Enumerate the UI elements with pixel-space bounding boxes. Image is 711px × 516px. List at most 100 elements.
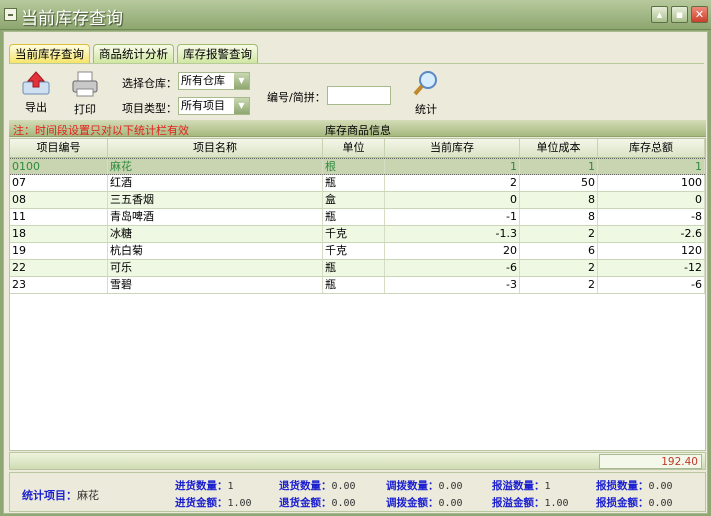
table-cell: 20 [385,243,520,259]
table-cell: 07 [10,175,108,191]
table-cell: -1 [385,209,520,225]
table-cell: 8 [520,192,598,208]
stats-field-label: 调拨数量： [386,480,439,492]
chevron-down-icon[interactable]: ▼ [234,73,249,89]
table-cell: 三五香烟 [108,192,323,208]
stats-field-value: 0.00 [331,481,356,492]
table-cell: -2.6 [598,226,705,242]
table-row[interactable]: 0100 麻花根 1 1 1 [10,158,705,175]
tab-product-stats[interactable]: 商品统计分析 [93,44,174,63]
table-row[interactable]: 11 青岛啤酒瓶 -1 8 -8 [10,209,705,226]
column-header[interactable]: 库存总额 [598,139,705,157]
stats-label: 统计 [415,103,437,116]
stats-field-value: 1 [227,481,234,492]
printer-icon [72,71,98,97]
table-cell: -6 [598,277,705,293]
type-select[interactable]: 所有项目 ▼ [178,97,250,115]
table-cell: -6 [385,260,520,276]
summary-bar: 192.40 [9,452,706,470]
stats-field-label: 报损金额： [596,497,649,509]
stats-field-value: 0.00 [438,498,463,509]
table-cell: -12 [598,260,705,276]
stock-table[interactable]: 项目编号 项目名称 单位 当前库存 单位成本 库存总额 0100 麻花根 1 1 1 07… [9,138,706,451]
stats-field: 退货金额：0.00 [279,495,356,510]
table-row[interactable]: 23 雪碧瓶 -3 2 -6 [10,277,705,294]
export-label: 导出 [25,101,47,114]
column-header[interactable]: 单位成本 [520,139,598,157]
stats-field-value: 0.00 [648,498,673,509]
stats-field-label: 报溢数量： [492,480,545,492]
note-bar: 注：时间段设置只对以下统计栏有效 库存商品信息 [9,120,706,137]
stats-field-value: 0.00 [438,481,463,492]
export-button[interactable]: 导出 [18,70,54,115]
tab-current-stock[interactable]: 当前库存查询 [9,44,90,63]
column-header[interactable]: 当前库存 [385,139,520,157]
chevron-down-icon[interactable]: ▼ [234,98,249,114]
type-value: 所有项目 [181,99,225,112]
column-header[interactable]: 项目编号 [10,139,108,157]
stats-field: 报损数量：0.00 [596,478,673,493]
table-row[interactable]: 18 冰糖 千克 -1.3 2 -2.6 [10,226,705,243]
table-cell: 0 [385,192,520,208]
table-cell: 11 [10,209,108,225]
warehouse-value: 所有仓库 [181,74,225,87]
stats-item-value: 麻花 [77,489,99,502]
main-panel: 当前库存查询 商品统计分析 库存报警查询 导出 打印 选择仓库： 所有仓库 ▼ 项… [3,31,708,514]
stats-field: 进货金额：1.00 [175,495,252,510]
table-row[interactable]: 08 三五香烟盒 0 8 0 [10,192,705,209]
column-header[interactable]: 项目名称 [108,139,323,157]
table-cell: 盒 [323,192,385,208]
table-row[interactable]: 19 杭白菊 千克 20 6 120 [10,243,705,260]
table-cell: -1.3 [385,226,520,242]
column-header[interactable]: 单位 [323,139,385,157]
table-cell: -8 [598,209,705,225]
table-cell: 18 [10,226,108,242]
table-header: 项目编号 项目名称 单位 当前库存 单位成本 库存总额 [10,139,705,158]
table-row[interactable]: 22 可乐瓶 -6 2 -12 [10,260,705,277]
table-cell: 23 [10,277,108,293]
stats-field-label: 调拨金额： [386,497,439,509]
print-label: 打印 [74,103,96,116]
close-button[interactable]: ✕ [691,6,708,23]
table-cell: 50 [520,175,598,191]
print-button[interactable]: 打印 [67,70,103,117]
table-cell: 根 [323,159,385,174]
table-cell: 2 [520,277,598,293]
stats-field: 报溢金额：1.00 [492,495,569,510]
stats-field: 调拨数量：0.00 [386,478,463,493]
note-text: 注：时间段设置只对以下统计栏有效 [13,124,189,137]
stats-field-label: 进货金额： [175,497,228,509]
table-row[interactable]: 07 红酒瓶 2 50 100 [10,175,705,192]
table-body: 0100 麻花根 1 1 1 07 红酒瓶 2 50 100 08 三五香烟盒 0 8 0 11 青岛啤酒瓶 -1… [10,158,705,294]
table-cell: 19 [10,243,108,259]
table-cell: 可乐 [108,260,323,276]
tab-stock-alert[interactable]: 库存报警查询 [177,44,258,63]
table-cell: 瓶 [323,260,385,276]
stats-button[interactable]: 统计 [408,68,444,117]
warehouse-select[interactable]: 所有仓库 ▼ [178,72,250,90]
minimize-button[interactable]: ▴ [651,6,668,23]
table-cell: 瓶 [323,277,385,293]
table-cell: 0100 [10,159,108,174]
table-cell: 2 [385,175,520,191]
total-value: 192.40 [599,454,702,469]
stats-field: 报溢数量：1 [492,478,551,493]
code-input[interactable] [327,86,391,105]
table-cell: 2 [520,260,598,276]
stats-field-label: 退货金额： [279,497,332,509]
type-label: 项目类型： [122,102,177,115]
table-cell: 2 [520,226,598,242]
table-cell: 100 [598,175,705,191]
table-cell: 08 [10,192,108,208]
system-menu-icon[interactable] [4,8,17,21]
restore-button[interactable]: ▪ [671,6,688,23]
stats-item: 统计项目：麻花 [22,487,99,503]
table-cell: 1 [598,159,705,174]
stats-field-value: 0.00 [331,498,356,509]
table-cell: 1 [520,159,598,174]
stats-item-label: 统计项目： [22,489,77,502]
stats-field-value: 1 [544,481,551,492]
table-cell: 1 [385,159,520,174]
window-title: 当前库存查询 [21,9,123,29]
code-label: 编号/简拼： [267,91,326,104]
